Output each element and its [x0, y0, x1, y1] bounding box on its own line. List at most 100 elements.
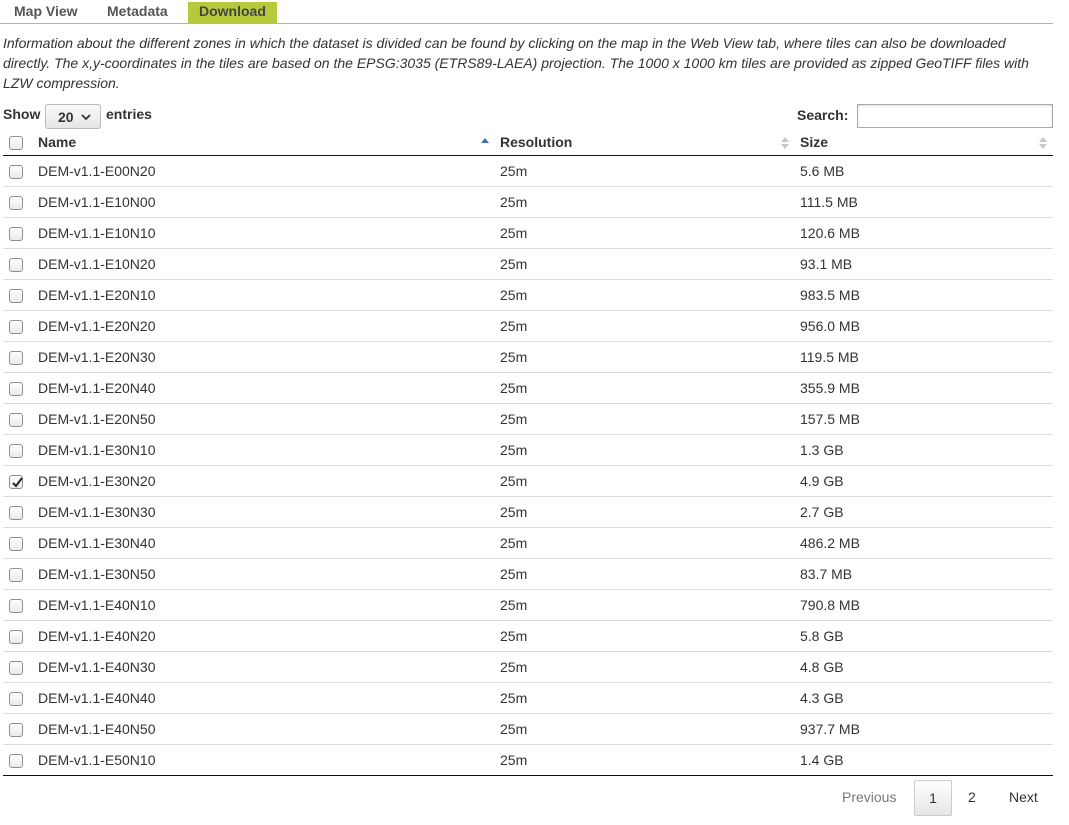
pagination-previous[interactable]: Previous	[842, 780, 896, 816]
cell-name: DEM-v1.1-E10N20	[38, 256, 156, 272]
cell-name: DEM-v1.1-E30N30	[38, 504, 156, 520]
cell-resolution: 25m	[500, 380, 528, 396]
cell-size: 4.3 GB	[800, 690, 844, 706]
cell-name: DEM-v1.1-E30N50	[38, 566, 156, 582]
table-row: DEM-v1.1-E30N40 25m 486.2 MB	[3, 528, 1053, 559]
pagination-next[interactable]: Next	[1009, 780, 1038, 816]
cell-size: 790.8 MB	[800, 597, 860, 613]
table-row: DEM-v1.1-E10N00 25m 111.5 MB	[3, 187, 1053, 218]
entries-per-page-select[interactable]: 20	[45, 104, 101, 129]
cell-name: DEM-v1.1-E20N20	[38, 318, 156, 334]
table-row: DEM-v1.1-E30N20 25m 4.9 GB	[3, 466, 1053, 497]
row-checkbox[interactable]	[9, 320, 23, 334]
row-checkbox[interactable]	[9, 196, 23, 210]
table-row: DEM-v1.1-E20N10 25m 983.5 MB	[3, 280, 1053, 311]
chevron-down-icon	[81, 114, 91, 121]
table-row: DEM-v1.1-E20N30 25m 119.5 MB	[3, 342, 1053, 373]
cell-name: DEM-v1.1-E20N10	[38, 287, 156, 303]
cell-resolution: 25m	[500, 597, 528, 613]
sort-both-icon[interactable]	[1039, 136, 1047, 150]
cell-resolution: 25m	[500, 659, 528, 675]
row-checkbox[interactable]	[9, 630, 23, 644]
tab-metadata[interactable]: Metadata	[107, 3, 168, 23]
row-checkbox[interactable]	[9, 289, 23, 303]
cell-name: DEM-v1.1-E40N40	[38, 690, 156, 706]
table-body: DEM-v1.1-E00N20 25m 5.6 MB DEM-v1.1-E10N00 2…	[3, 156, 1053, 776]
column-header-name[interactable]: Name	[38, 134, 76, 150]
cell-size: 486.2 MB	[800, 535, 860, 551]
cell-name: DEM-v1.1-E20N30	[38, 349, 156, 365]
cell-size: 983.5 MB	[800, 287, 860, 303]
cell-resolution: 25m	[500, 473, 528, 489]
table-row: DEM-v1.1-E50N10 25m 1.4 GB	[3, 745, 1053, 776]
tab-map-view[interactable]: Map View	[14, 3, 78, 23]
cell-resolution: 25m	[500, 287, 528, 303]
show-label: Show	[3, 106, 41, 122]
pagination-page-1[interactable]: 1	[914, 780, 952, 816]
cell-resolution: 25m	[500, 690, 528, 706]
tab-download[interactable]: Download	[188, 2, 277, 23]
row-checkbox[interactable]	[9, 413, 23, 427]
table-row: DEM-v1.1-E20N40 25m 355.9 MB	[3, 373, 1053, 404]
row-checkbox[interactable]	[9, 165, 23, 179]
cell-name: DEM-v1.1-E30N40	[38, 535, 156, 551]
row-checkbox[interactable]	[9, 754, 23, 768]
cell-size: 4.9 GB	[800, 473, 844, 489]
row-checkbox[interactable]	[9, 227, 23, 241]
cell-size: 355.9 MB	[800, 380, 860, 396]
cell-resolution: 25m	[500, 442, 528, 458]
cell-size: 83.7 MB	[800, 566, 853, 582]
cell-resolution: 25m	[500, 504, 528, 520]
table-row: DEM-v1.1-E40N10 25m 790.8 MB	[3, 590, 1053, 621]
row-checkbox[interactable]	[9, 475, 23, 489]
table-row: DEM-v1.1-E10N10 25m 120.6 MB	[3, 218, 1053, 249]
sort-ascending-icon[interactable]	[481, 136, 489, 150]
table-row: DEM-v1.1-E00N20 25m 5.6 MB	[3, 156, 1053, 187]
column-header-size[interactable]: Size	[800, 134, 828, 150]
cell-name: DEM-v1.1-E30N20	[38, 473, 156, 489]
cell-size: 157.5 MB	[800, 411, 860, 427]
cell-name: DEM-v1.1-E40N20	[38, 628, 156, 644]
cell-resolution: 25m	[500, 721, 528, 737]
row-checkbox[interactable]	[9, 568, 23, 582]
cell-resolution: 25m	[500, 194, 528, 210]
row-checkbox[interactable]	[9, 382, 23, 396]
row-checkbox[interactable]	[9, 444, 23, 458]
cell-size: 1.3 GB	[800, 442, 844, 458]
entries-per-page-value: 20	[58, 109, 74, 125]
cell-resolution: 25m	[500, 225, 528, 241]
row-checkbox[interactable]	[9, 723, 23, 737]
cell-name: DEM-v1.1-E20N50	[38, 411, 156, 427]
row-checkbox[interactable]	[9, 692, 23, 706]
table-row: DEM-v1.1-E30N10 25m 1.3 GB	[3, 435, 1053, 466]
column-header-resolution[interactable]: Resolution	[500, 134, 572, 150]
table-row: DEM-v1.1-E10N20 25m 93.1 MB	[3, 249, 1053, 280]
table-row: DEM-v1.1-E40N30 25m 4.8 GB	[3, 652, 1053, 683]
cell-resolution: 25m	[500, 256, 528, 272]
cell-size: 1.4 GB	[800, 752, 844, 768]
row-checkbox[interactable]	[9, 506, 23, 520]
cell-size: 5.6 MB	[800, 163, 845, 179]
row-checkbox[interactable]	[9, 537, 23, 551]
cell-resolution: 25m	[500, 628, 528, 644]
row-checkbox[interactable]	[9, 258, 23, 272]
table-row: DEM-v1.1-E20N50 25m 157.5 MB	[3, 404, 1053, 435]
cell-resolution: 25m	[500, 318, 528, 334]
search-input[interactable]	[857, 104, 1053, 128]
row-checkbox[interactable]	[9, 351, 23, 365]
table-row: DEM-v1.1-E20N20 25m 956.0 MB	[3, 311, 1053, 342]
cell-resolution: 25m	[500, 163, 528, 179]
download-info-text: Information about the different zones in…	[3, 35, 1029, 91]
cell-resolution: 25m	[500, 566, 528, 582]
cell-name: DEM-v1.1-E50N10	[38, 752, 156, 768]
row-checkbox[interactable]	[9, 599, 23, 613]
row-checkbox[interactable]	[9, 661, 23, 675]
cell-size: 93.1 MB	[800, 256, 853, 272]
cell-size: 956.0 MB	[800, 318, 860, 334]
sort-both-icon[interactable]	[781, 136, 789, 150]
pagination-page-2[interactable]: 2	[968, 780, 976, 816]
select-all-checkbox[interactable]	[9, 136, 23, 150]
search-label: Search:	[797, 107, 849, 123]
cell-size: 120.6 MB	[800, 225, 860, 241]
table-row: DEM-v1.1-E40N20 25m 5.8 GB	[3, 621, 1053, 652]
